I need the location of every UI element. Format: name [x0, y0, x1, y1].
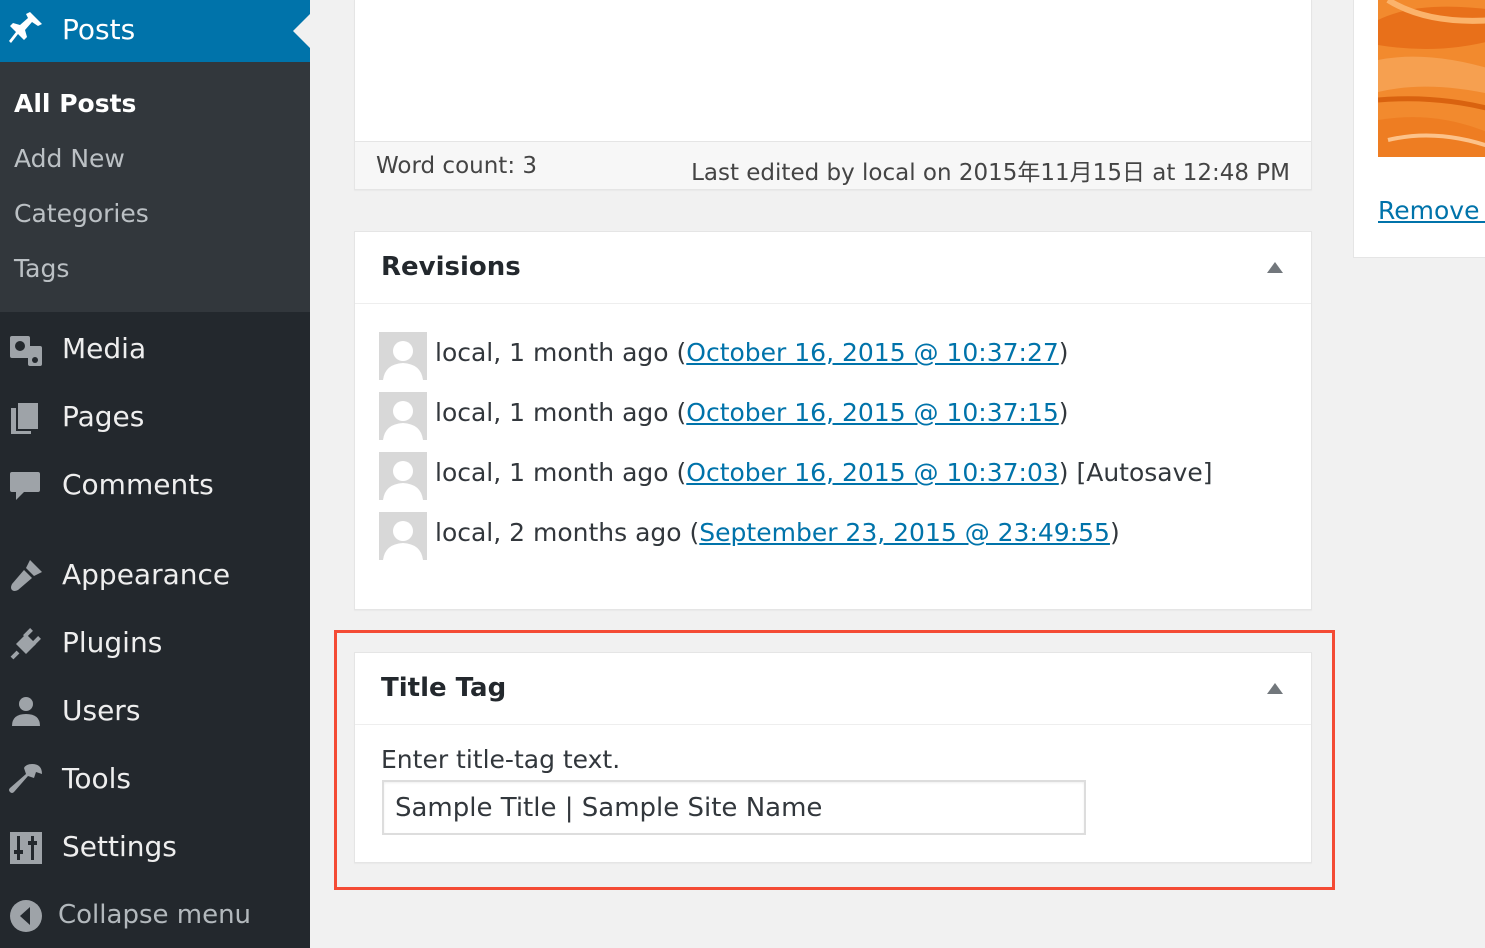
- revisions-header[interactable]: Revisions: [355, 232, 1311, 304]
- menu-item-settings[interactable]: Settings: [0, 816, 310, 876]
- revision-text: local, 1 month ago (October 16, 2015 @ 1…: [435, 398, 1069, 427]
- editor-status-bar: Word count: 3 Last edited by local on 20…: [355, 141, 1311, 189]
- featured-image[interactable]: [1378, 0, 1485, 157]
- revision-item: local, 1 month ago (October 16, 2015 @ 1…: [379, 332, 1279, 380]
- revision-link[interactable]: September 23, 2015 @ 23:49:55: [699, 518, 1110, 547]
- pages-icon: [11, 401, 40, 434]
- revision-text: local, 1 month ago (October 16, 2015 @ 1…: [435, 338, 1069, 367]
- comments-icon: [10, 472, 40, 500]
- revision-item: local, 1 month ago (October 16, 2015 @ 1…: [379, 452, 1279, 500]
- current-menu-arrow: [293, 14, 310, 48]
- menu-item-label: Tools: [62, 762, 131, 795]
- menu-item-users[interactable]: Users: [0, 680, 310, 740]
- menu-item-appearance[interactable]: Appearance: [0, 544, 310, 604]
- menu-item-pages[interactable]: Pages: [0, 386, 310, 446]
- menu-item-label: Posts: [62, 13, 136, 46]
- revisions-box: Revisions local, 1 month ago (October 16…: [354, 231, 1312, 610]
- submenu-item-all-posts[interactable]: All Posts: [14, 89, 136, 118]
- pushpin-icon: [9, 12, 42, 43]
- plugins-icon: [10, 628, 41, 660]
- menu-item-media[interactable]: Media: [0, 318, 310, 378]
- admin-sidebar: Posts All Posts Add New Categories Tags …: [0, 0, 310, 948]
- menu-item-label: Appearance: [62, 558, 231, 591]
- submenu-item-add-new[interactable]: Add New: [14, 144, 125, 173]
- media-icon: [10, 336, 42, 366]
- menu-item-label: Pages: [62, 400, 145, 433]
- menu-item-plugins[interactable]: Plugins: [0, 612, 310, 672]
- menu-item-posts[interactable]: Posts: [0, 0, 310, 62]
- posts-submenu: All Posts Add New Categories Tags: [0, 62, 310, 312]
- menu-item-label: Users: [62, 694, 141, 727]
- revision-item: local, 2 months ago (September 23, 2015 …: [379, 512, 1279, 560]
- menu-item-label: Comments: [62, 468, 214, 501]
- menu-item-label: Plugins: [62, 626, 163, 659]
- revision-item: local, 1 month ago (October 16, 2015 @ 1…: [379, 392, 1279, 440]
- menu-item-label: Settings: [62, 830, 177, 863]
- avatar: [379, 392, 427, 440]
- revision-link[interactable]: October 16, 2015 @ 10:37:27: [686, 338, 1059, 367]
- highlight-annotation: [334, 630, 1335, 890]
- settings-icon: [10, 832, 42, 864]
- avatar: [379, 332, 427, 380]
- menu-item-label: Media: [62, 332, 147, 365]
- featured-image-box: Remove f: [1353, 0, 1485, 258]
- revision-link[interactable]: October 16, 2015 @ 10:37:15: [686, 398, 1059, 427]
- revision-link[interactable]: October 16, 2015 @ 10:37:03: [686, 458, 1059, 487]
- avatar: [379, 452, 427, 500]
- last-edited: Last edited by local on 2015年11月15日 at 1…: [691, 160, 1290, 186]
- submenu-item-categories[interactable]: Categories: [14, 199, 149, 228]
- menu-item-tools[interactable]: Tools: [0, 748, 310, 808]
- revision-text: local, 2 months ago (September 23, 2015 …: [435, 518, 1120, 547]
- menu-item-comments[interactable]: Comments: [0, 454, 310, 514]
- collapse-menu-button[interactable]: Collapse menu: [0, 884, 310, 944]
- collapse-icon: [10, 900, 42, 932]
- remove-featured-image-link[interactable]: Remove f: [1378, 196, 1485, 225]
- revisions-title: Revisions: [381, 252, 521, 282]
- avatar: [379, 512, 427, 560]
- collapse-toggle-icon[interactable]: [1267, 262, 1283, 273]
- revision-text: local, 1 month ago (October 16, 2015 @ 1…: [435, 458, 1213, 487]
- post-editor[interactable]: Word count: 3 Last edited by local on 20…: [354, 0, 1312, 190]
- appearance-icon: [11, 560, 42, 591]
- submenu-item-tags[interactable]: Tags: [14, 254, 69, 283]
- word-count: Word count: 3: [376, 153, 538, 179]
- tools-icon: [9, 764, 42, 793]
- users-icon: [12, 697, 40, 726]
- collapse-menu-label: Collapse menu: [58, 900, 252, 930]
